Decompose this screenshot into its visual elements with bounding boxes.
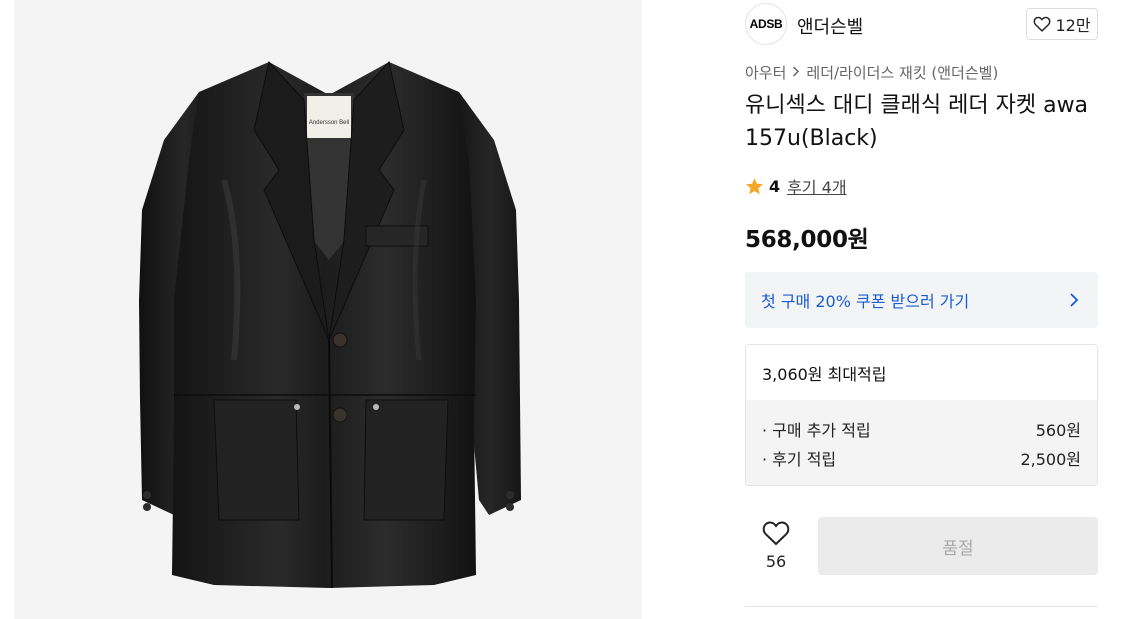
points-breakdown: · 구매 추가 적립 560원 · 후기 적립 2,500원: [746, 400, 1097, 485]
wishlist-button[interactable]: 56: [755, 520, 797, 571]
breadcrumb-subcategory[interactable]: 레더/라이더스 재킷 (앤더슨벨): [806, 62, 998, 83]
points-line-value: 2,500원: [1020, 449, 1081, 469]
brand-logo[interactable]: ADSB: [745, 3, 787, 45]
breadcrumb-category[interactable]: 아우터: [745, 62, 786, 83]
coupon-text: 첫 구매 20% 쿠폰 받으러 가기: [761, 292, 970, 311]
brand-name[interactable]: 앤더슨벨: [797, 13, 863, 39]
mid-gutter: [642, 0, 722, 619]
points-box: 3,060원 최대적립 · 구매 추가 적립 560원 · 후기 적립 2,50…: [745, 344, 1098, 486]
points-max-label: 3,060원 최대적립: [746, 345, 1097, 400]
points-line: · 후기 적립 2,500원: [762, 443, 1081, 472]
rating-value: 4: [769, 176, 781, 196]
brand-like-button[interactable]: 12만: [1026, 8, 1098, 40]
points-line-value: 560원: [1035, 420, 1081, 440]
wishlist-count: 56: [765, 552, 787, 571]
product-title: 유니섹스 대디 클래식 레더 자켓 awa157u(Black): [745, 93, 1089, 151]
heart-icon: [1034, 16, 1051, 32]
left-gutter: [0, 0, 14, 619]
leather-jacket-image: Andersson Bell: [139, 60, 521, 589]
product-price: 568,000원: [745, 227, 869, 253]
points-line-label: · 구매 추가 적립: [762, 420, 871, 440]
product-image: Andersson Bell: [14, 0, 642, 619]
heart-icon: [762, 521, 790, 546]
brand-row: ADSB 앤더슨벨 12만: [745, 3, 1098, 45]
points-line: · 구매 추가 적립 560원: [762, 414, 1081, 443]
divider: [745, 606, 1098, 607]
chevron-right-icon: [792, 65, 800, 81]
brand-like-count: 12만: [1055, 16, 1091, 35]
chevron-right-icon: [1070, 293, 1079, 307]
product-info-panel: ADSB 앤더슨벨 12만 아우터 레더/라이더스 재킷 (앤더슨벨) 유니섹스…: [745, 0, 1098, 619]
svg-text:Andersson Bell: Andersson Bell: [309, 120, 349, 126]
breadcrumb: 아우터 레더/라이더스 재킷 (앤더슨벨): [745, 62, 998, 83]
review-count-link[interactable]: 후기 4개: [787, 174, 846, 198]
points-line-label: · 후기 적립: [762, 449, 837, 469]
star-icon: [746, 177, 763, 194]
first-purchase-coupon-banner[interactable]: 첫 구매 20% 쿠폰 받으러 가기: [745, 272, 1098, 328]
rating-row: 4 후기 4개: [745, 174, 847, 198]
soldout-button[interactable]: 품절: [818, 517, 1098, 575]
